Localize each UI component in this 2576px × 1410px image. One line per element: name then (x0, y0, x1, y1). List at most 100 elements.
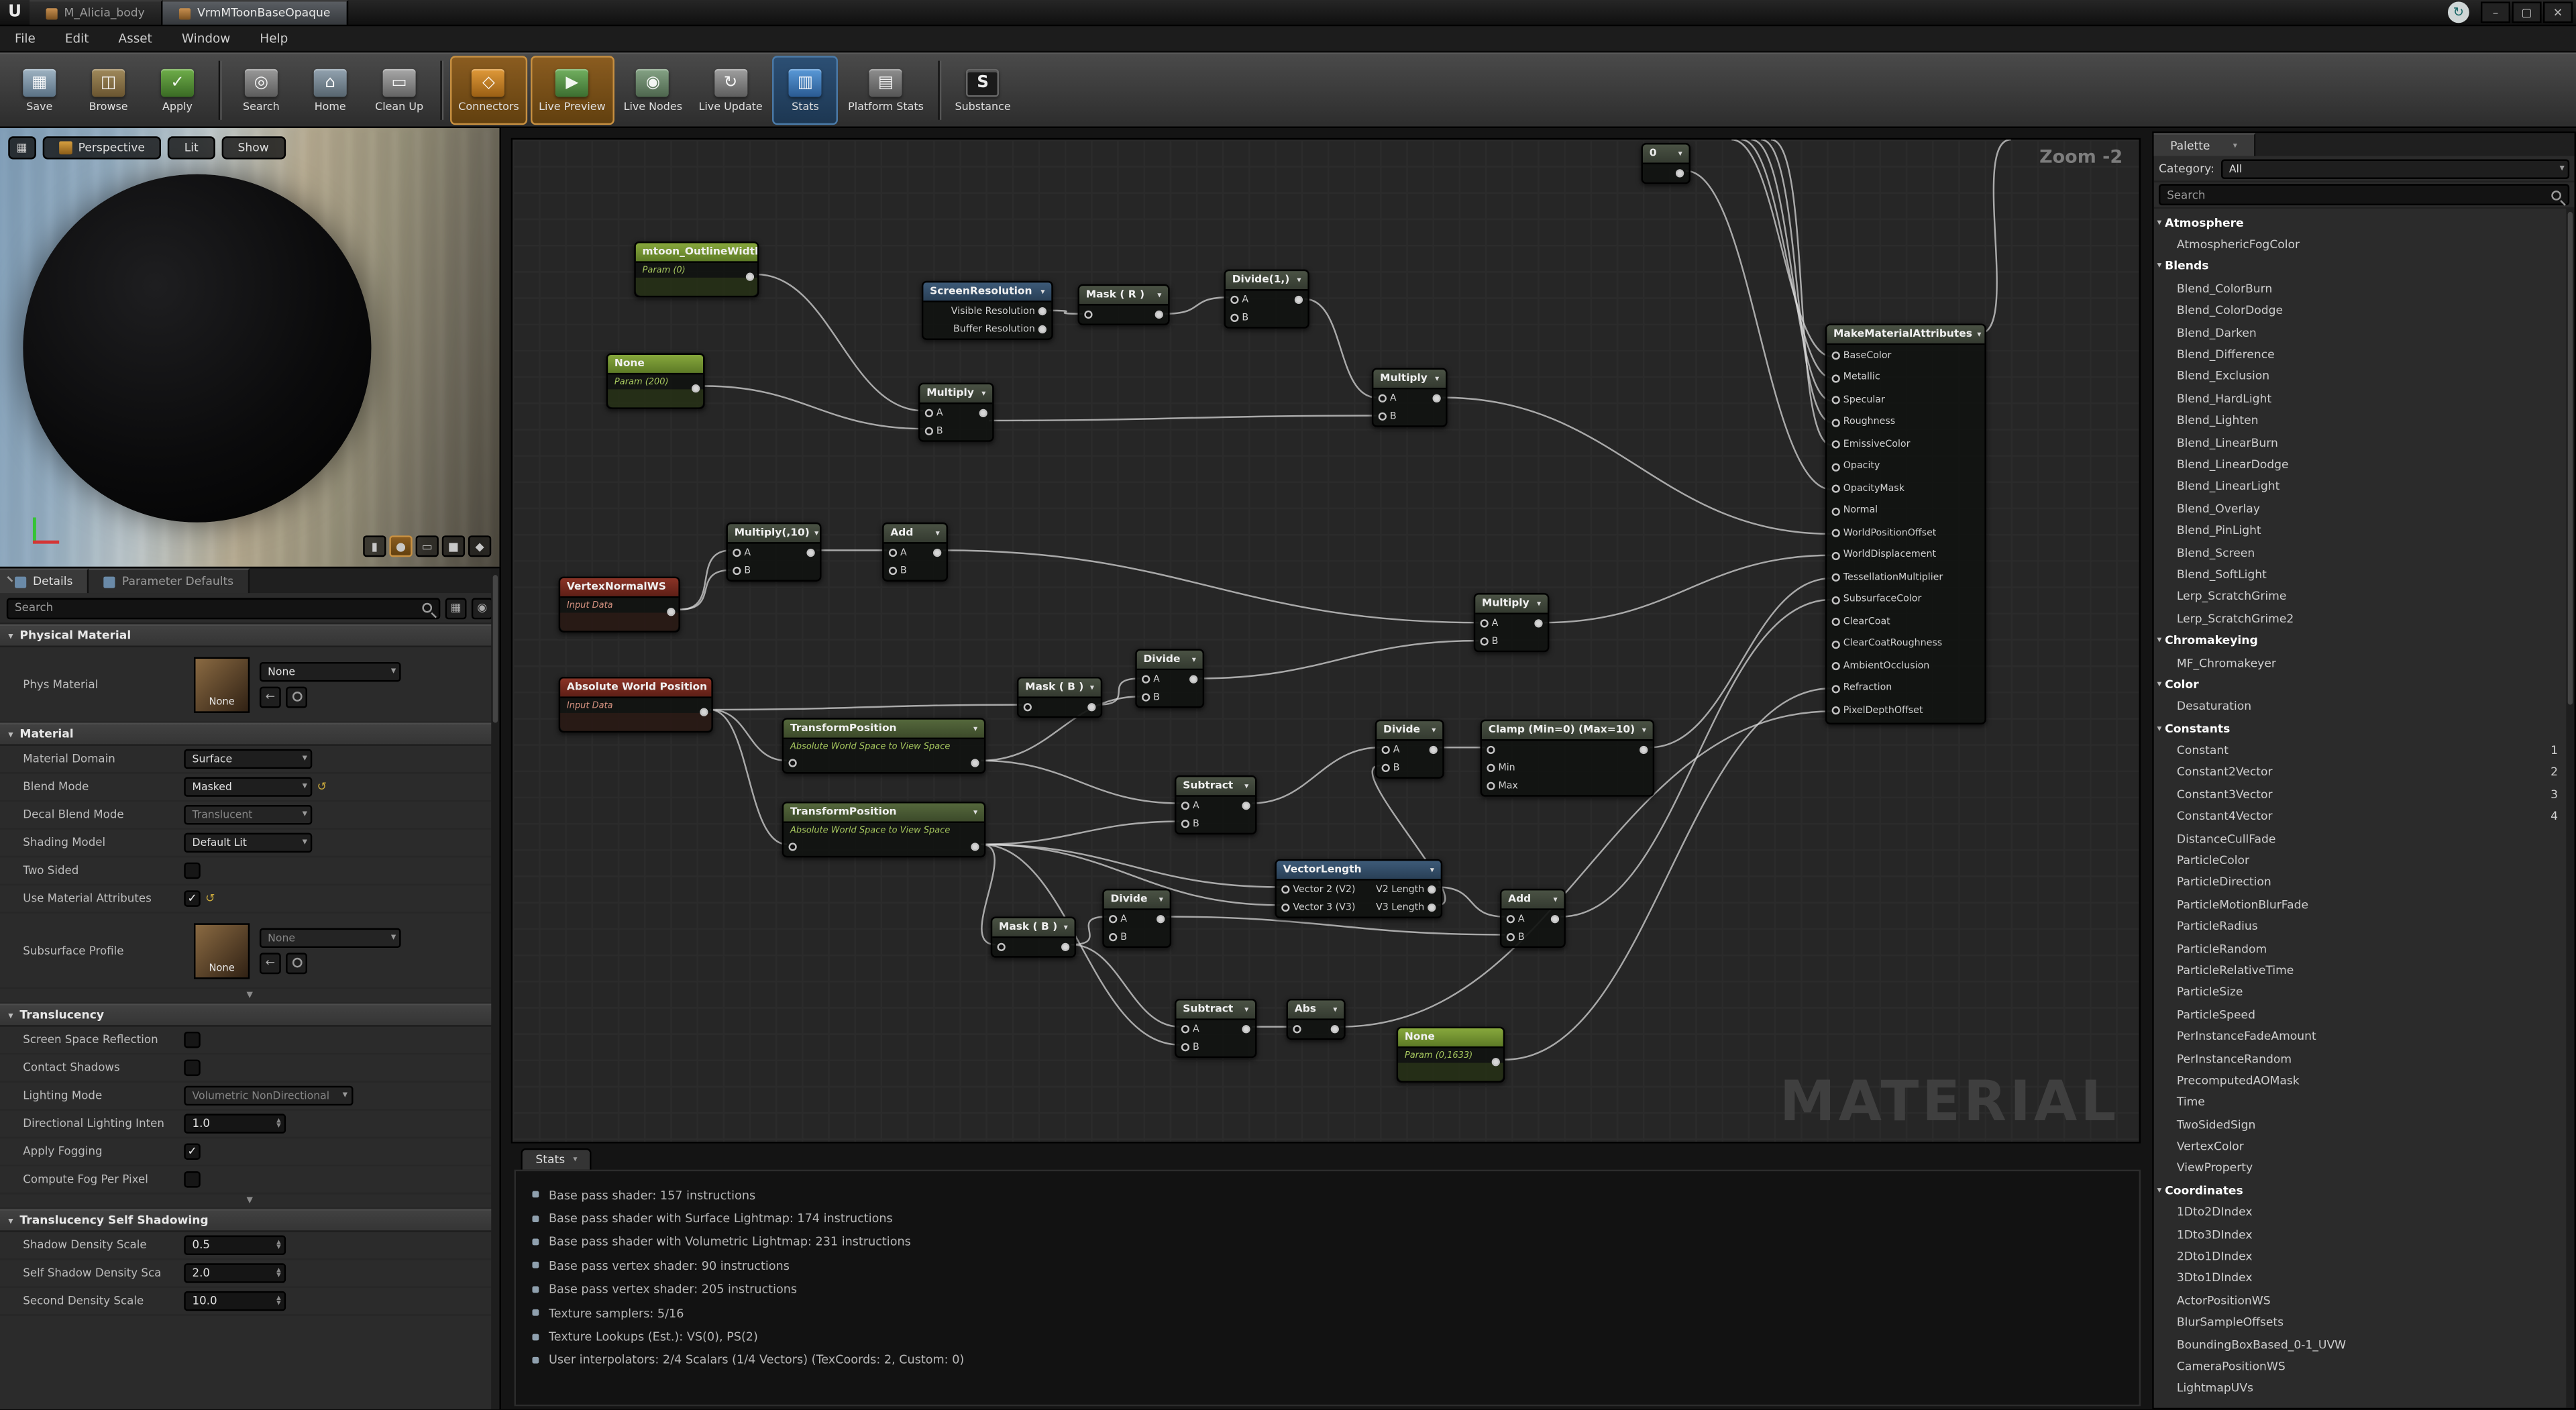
input-pin[interactable] (1281, 904, 1289, 912)
palette-item-blend-colordodge[interactable]: Blend_ColorDodge (2154, 300, 2575, 322)
menu-item-edit[interactable]: Edit (50, 32, 104, 46)
node-multiply-a[interactable]: Multiply▾AB (918, 383, 994, 442)
palette-section-atmosphere[interactable]: ▾Atmosphere (2154, 212, 2575, 234)
output-pin[interactable] (692, 384, 700, 392)
checkbox-two-sided[interactable] (184, 863, 200, 879)
input-pin[interactable] (1832, 663, 1840, 671)
output-pin[interactable] (746, 273, 754, 281)
node-add-a[interactable]: Add▾AB (882, 523, 948, 582)
toolbar-button-stats[interactable]: ▥Stats (772, 56, 838, 125)
output-pin[interactable] (933, 549, 941, 557)
checkbox-contact-shadows[interactable] (184, 1060, 200, 1076)
toolbar-button-apply[interactable]: ✓Apply (145, 56, 211, 125)
input-pin[interactable] (1832, 596, 1840, 604)
palette-item-blursampleoffsets[interactable]: BlurSampleOffsets (2154, 1312, 2575, 1334)
toolbar-button-search[interactable]: ◎Search (228, 56, 294, 125)
input-pin[interactable] (1832, 419, 1840, 427)
output-pin[interactable] (1331, 1025, 1339, 1033)
spinner-icon[interactable]: ▲▼ (276, 1118, 281, 1130)
output-pin[interactable] (1242, 802, 1250, 810)
select-material-domain[interactable]: Surface (184, 749, 312, 769)
section-header-physical-material[interactable]: ▾Physical Material (0, 625, 499, 647)
palette-item-mf-chromakeyer[interactable]: MF_Chromakeyer (2154, 652, 2575, 674)
menu-item-asset[interactable]: Asset (104, 32, 167, 46)
node-clamp[interactable]: Clamp (Min=0) (Max=10)▾MinMax (1481, 720, 1655, 797)
number-input-directional-lighting-inten[interactable]: 1.0▲▼ (184, 1114, 286, 1133)
palette-item-atmosphericfogcolor[interactable]: AtmosphericFogColor (2154, 234, 2575, 256)
node-vertexnormalws[interactable]: VertexNormalWSInput Data (559, 577, 680, 633)
input-pin[interactable] (1832, 551, 1840, 559)
section-expander[interactable]: ▼ (0, 1194, 499, 1209)
palette-item-particlerelativetime[interactable]: ParticleRelativeTime (2154, 960, 2575, 982)
toolbar-button-browse[interactable]: ◫Browse (76, 56, 142, 125)
input-pin[interactable] (925, 409, 933, 417)
magnifier-icon[interactable] (286, 686, 307, 707)
viewport-button-perspective[interactable]: Perspective (42, 136, 162, 159)
input-pin[interactable] (889, 567, 897, 575)
palette-item-blend-difference[interactable]: Blend_Difference (2154, 344, 2575, 366)
input-pin[interactable] (1487, 764, 1495, 772)
input-pin[interactable] (925, 427, 933, 435)
palette-item-lerp-scratchgrime2[interactable]: Lerp_ScratchGrime2 (2154, 608, 2575, 630)
details-tab-details[interactable]: Details (0, 568, 89, 593)
input-pin[interactable] (1382, 746, 1390, 754)
palette-item-blend-linearburn[interactable]: Blend_LinearBurn (2154, 432, 2575, 454)
palette-item-perinstancefadeamount[interactable]: PerInstanceFadeAmount (2154, 1026, 2575, 1048)
window-tab-vrmmtoonbaseopaque[interactable]: VrmMToonBaseOpaque (163, 0, 349, 25)
palette-item-blend-screen[interactable]: Blend_Screen (2154, 542, 2575, 564)
node-absolute-world-position[interactable]: Absolute World PositionInput Data (559, 677, 713, 733)
input-pin[interactable] (1832, 529, 1840, 537)
input-pin[interactable] (1487, 782, 1495, 790)
node-subtract-2[interactable]: Subtract▾AB (1175, 999, 1256, 1058)
palette-item-boundingboxbased-0-1-uvw[interactable]: BoundingBoxBased_0-1_UVW (2154, 1334, 2575, 1356)
palette-item-3dto1dindex[interactable]: 3Dto1DIndex (2154, 1268, 2575, 1290)
node-divide-a[interactable]: Divide▾AB (1135, 649, 1204, 708)
node-multiply-10[interactable]: Multiply(,10)▾AB (726, 523, 821, 582)
palette-item-particlesize[interactable]: ParticleSize (2154, 982, 2575, 1004)
input-pin[interactable] (1507, 915, 1515, 923)
palette-section-coordinates[interactable]: ▾Coordinates (2154, 1180, 2575, 1202)
number-input-second-density-scale[interactable]: 10.0▲▼ (184, 1291, 286, 1311)
minimize-button[interactable]: – (2481, 1, 2510, 23)
close-button[interactable]: ✕ (2543, 1, 2573, 23)
input-pin[interactable] (998, 943, 1006, 951)
node-subtract-1[interactable]: Subtract▾AB (1175, 775, 1256, 834)
input-pin[interactable] (1832, 374, 1840, 382)
menu-item-file[interactable]: File (0, 32, 50, 46)
output-pin[interactable] (971, 843, 979, 851)
input-pin[interactable] (1832, 441, 1840, 449)
preview-shape-cylinder-button[interactable]: ▮ (363, 535, 386, 557)
palette-item-2dto1dindex[interactable]: 2Dto1DIndex (2154, 1246, 2575, 1268)
toolbar-button-clean-up[interactable]: ▭Clean Up (366, 56, 432, 125)
input-pin[interactable] (1084, 311, 1092, 319)
input-pin[interactable] (1832, 618, 1840, 626)
palette-item-perinstancerandom[interactable]: PerInstanceRandom (2154, 1048, 2575, 1070)
details-tab-parameter-defaults[interactable]: Parameter Defaults (89, 568, 250, 593)
node-divide-1[interactable]: Divide(1,)▾AB (1224, 270, 1309, 329)
palette-tab[interactable]: Palette ▾ (2154, 133, 2255, 156)
input-pin[interactable] (1832, 396, 1840, 404)
node-mask-b2[interactable]: Mask ( B )▾ (991, 917, 1076, 958)
palette-item-constant2vector[interactable]: Constant2Vector2 (2154, 762, 2575, 784)
input-pin[interactable] (1379, 394, 1387, 402)
node-make-material-attributes[interactable]: MakeMaterialAttributes▾BaseColorMetallic… (1825, 323, 1986, 723)
toolbar-button-save[interactable]: ▦Save (7, 56, 72, 125)
asset-select[interactable]: None (260, 927, 401, 946)
input-pin[interactable] (1832, 507, 1840, 515)
input-pin[interactable] (1379, 413, 1387, 421)
palette-item-blend-linearlight[interactable]: Blend_LinearLight (2154, 476, 2575, 498)
palette-item-blend-pinlight[interactable]: Blend_PinLight (2154, 520, 2575, 542)
node-transform-position-2[interactable]: TransformPosition▾Absolute World Space t… (782, 802, 986, 857)
preview-shape-plane-button[interactable]: ▭ (416, 535, 439, 557)
spinner-icon[interactable]: ▲▼ (276, 1240, 281, 1251)
input-pin[interactable] (1181, 1043, 1189, 1051)
select-lighting-mode[interactable]: Volumetric NonDirectional (184, 1086, 352, 1105)
palette-section-chromakeying[interactable]: ▾Chromakeying (2154, 630, 2575, 652)
output-pin[interactable] (1430, 746, 1438, 754)
preview-viewport[interactable]: ▦PerspectiveLitShow ▮●▭■◆ (0, 128, 501, 567)
section-header-material[interactable]: ▾Material (0, 723, 499, 746)
output-pin[interactable] (1428, 885, 1436, 893)
node-screenresolution[interactable]: ScreenResolution▾Visible ResolutionBuffe… (922, 281, 1053, 340)
node-transform-position-1[interactable]: TransformPosition▾Absolute World Space t… (782, 718, 986, 773)
node-param-200[interactable]: NoneParam (200) (606, 354, 705, 409)
